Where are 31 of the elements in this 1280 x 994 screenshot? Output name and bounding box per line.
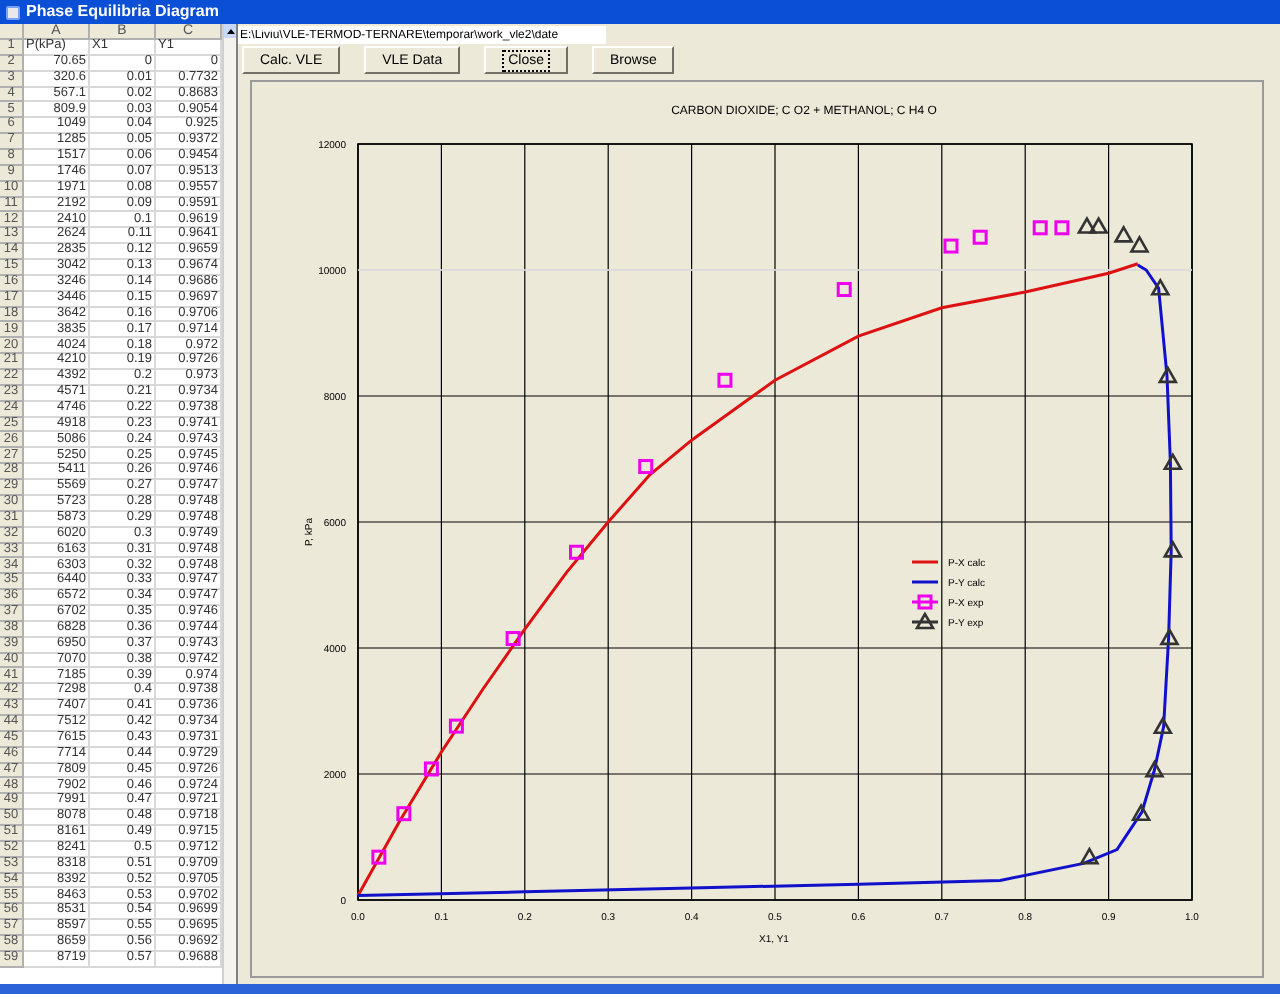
triangle-marker — [1152, 716, 1174, 735]
window-title: Phase Equilibria Diagram — [26, 4, 219, 20]
triangle-marker — [1144, 759, 1165, 778]
triangle-marker — [1130, 803, 1152, 821]
legend-marker — [914, 611, 936, 630]
triangle-marker — [1088, 215, 1109, 234]
square-marker — [717, 372, 733, 388]
square-marker — [371, 849, 387, 865]
triangle-marker — [1113, 224, 1134, 243]
square-marker — [1054, 220, 1070, 236]
square-marker — [972, 229, 988, 245]
triangle-marker — [1159, 627, 1180, 646]
scrollbar[interactable] — [222, 24, 236, 984]
triangle-marker — [1162, 452, 1184, 471]
square-marker — [423, 761, 439, 777]
triangle-marker — [1079, 846, 1100, 865]
square-marker — [943, 238, 959, 254]
triangle-marker — [1076, 215, 1098, 234]
square-marker — [505, 631, 521, 647]
triangle-marker — [1162, 539, 1184, 558]
square-marker — [448, 718, 464, 734]
square-marker — [1032, 220, 1048, 236]
triangle-marker — [1150, 277, 1171, 296]
square-marker — [836, 282, 852, 298]
triangle-marker — [1129, 234, 1150, 253]
square-marker — [569, 544, 584, 560]
triangle-marker — [1157, 365, 1179, 384]
scroll-up-icon[interactable] — [224, 24, 236, 38]
square-marker — [638, 459, 654, 475]
app-icon — [6, 5, 20, 19]
square-marker — [396, 806, 412, 822]
